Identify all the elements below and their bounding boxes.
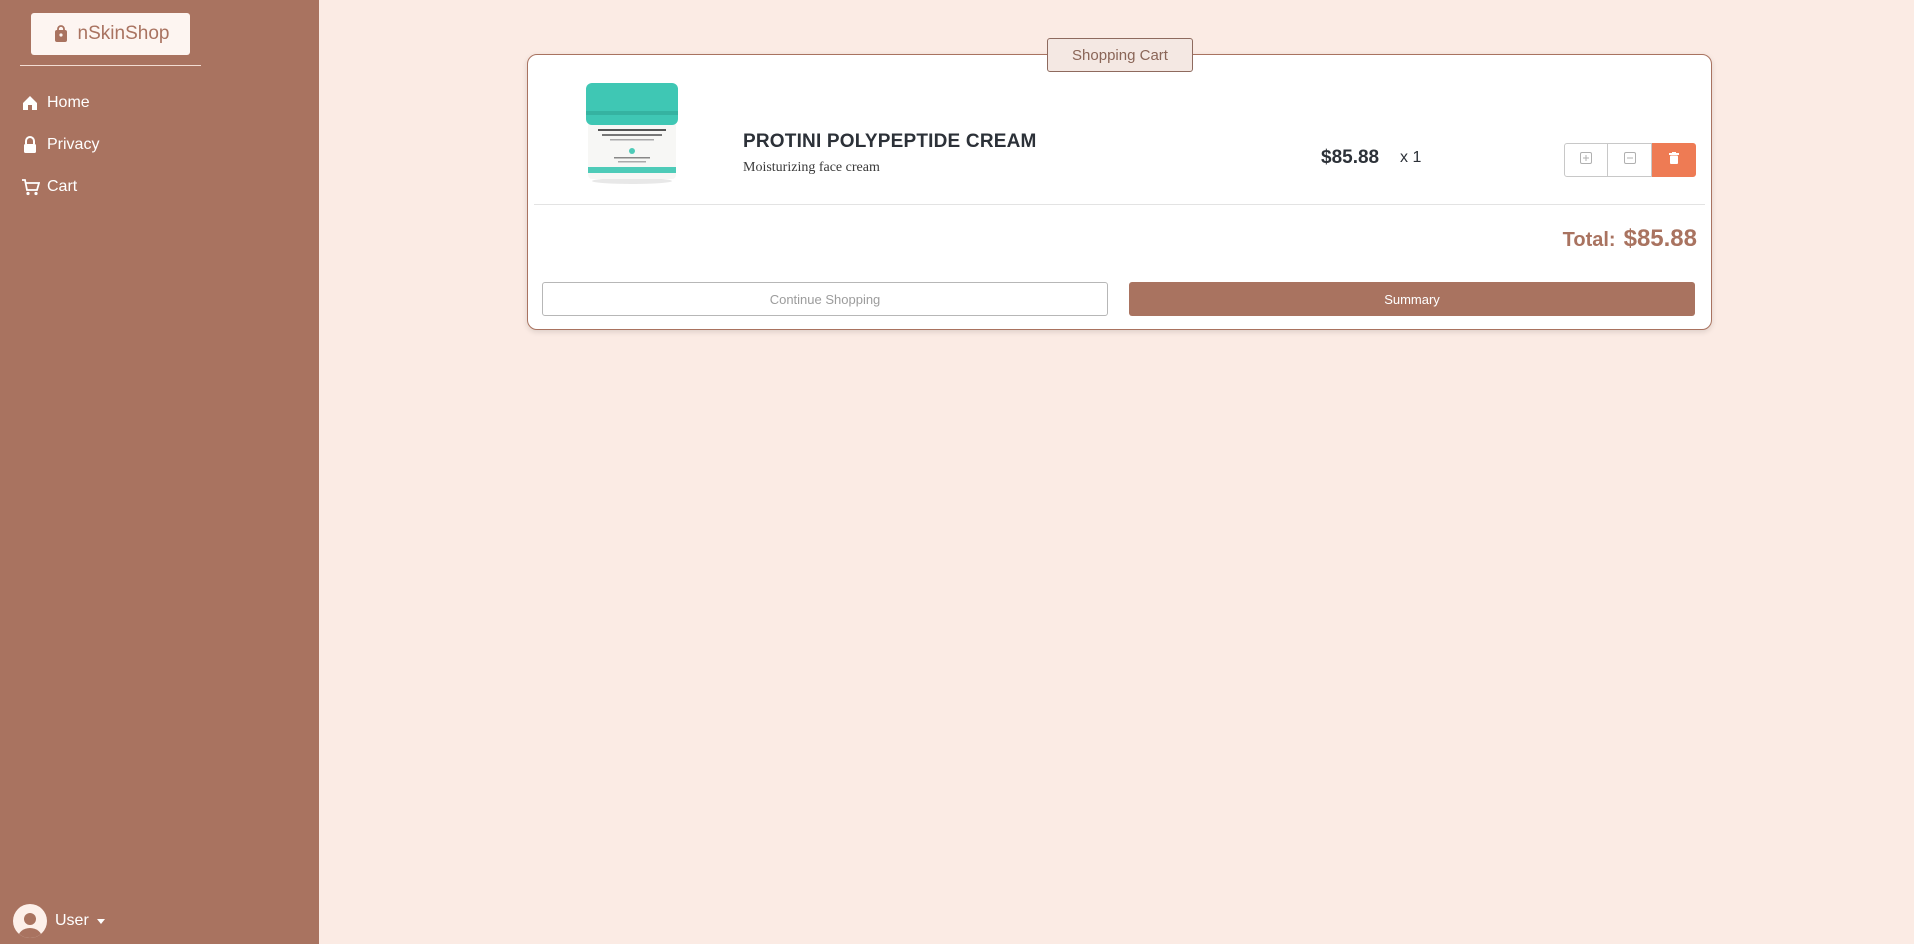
user-menu[interactable]: User — [13, 904, 105, 938]
cart-icon — [20, 177, 40, 197]
chevron-down-icon — [96, 918, 105, 924]
brand-divider — [20, 65, 201, 66]
sidebar-item-home[interactable]: Home — [20, 82, 99, 124]
cart-total: Total: $85.88 — [1563, 225, 1697, 253]
remove-item-button[interactable] — [1652, 143, 1696, 177]
sidebar-item-label: Privacy — [47, 136, 100, 153]
sidebar-item-cart[interactable]: Cart — [20, 166, 99, 208]
cart-item-row: PROTINI POLYPEPTIDE CREAM Moisturizing f… — [534, 75, 1705, 205]
brand-button[interactable]: nSkinShop — [31, 13, 190, 55]
house-icon — [20, 93, 40, 113]
sidebar-item-privacy[interactable]: Privacy — [20, 124, 99, 166]
continue-shopping-button[interactable]: Continue Shopping — [542, 282, 1108, 316]
product-quantity: x 1 — [1400, 149, 1422, 166]
shopping-cart-panel: Shopping Cart PROTINI POLYPEPTIDE CREAM … — [527, 38, 1712, 330]
lock-icon — [20, 135, 40, 155]
sidebar-item-label: Cart — [47, 178, 78, 195]
plus-square-icon — [1580, 151, 1592, 169]
trash-icon — [1669, 151, 1679, 169]
product-image — [584, 81, 680, 185]
user-avatar-icon — [13, 904, 47, 938]
brand-label: nSkinShop — [77, 23, 170, 44]
cart-heading: Shopping Cart — [1047, 38, 1193, 72]
summary-button[interactable]: Summary — [1129, 282, 1695, 316]
decrease-quantity-button[interactable] — [1608, 143, 1652, 177]
minus-square-icon — [1623, 151, 1636, 169]
sidebar: nSkinShop Home Privacy Cart User — [0, 0, 319, 944]
shopping-bag-icon — [52, 25, 70, 43]
product-description: Moisturizing face cream — [743, 160, 880, 175]
user-label: User — [55, 912, 89, 929]
product-title: PROTINI POLYPEPTIDE CREAM — [743, 131, 1037, 152]
quantity-controls — [1564, 143, 1696, 177]
sidebar-nav: Home Privacy Cart — [20, 82, 99, 208]
increase-quantity-button[interactable] — [1564, 143, 1608, 177]
sidebar-item-label: Home — [47, 94, 90, 111]
total-label: Total: — [1562, 229, 1616, 251]
product-price: $85.88 — [1321, 147, 1380, 168]
total-value: $85.88 — [1623, 225, 1697, 252]
